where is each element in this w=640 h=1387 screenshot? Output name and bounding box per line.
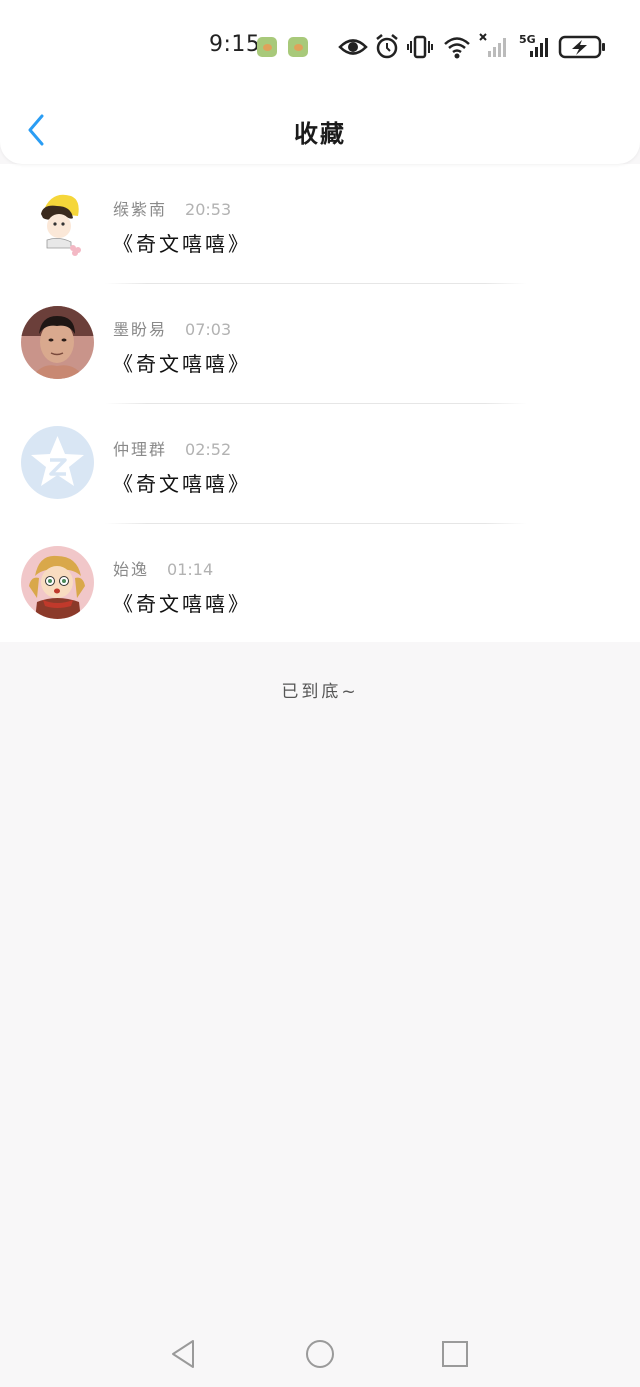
- system-nav-bar: [0, 1318, 640, 1387]
- item-meta: 墨盼易 07:03: [113, 316, 231, 340]
- list-item[interactable]: 墨盼易 07:03 《奇文嘻嘻》: [0, 284, 640, 404]
- item-meta: 缑紫南 20:53: [113, 196, 231, 220]
- home-circle-icon: [306, 1340, 334, 1368]
- 5g-signal-icon: 5G: [519, 33, 548, 57]
- notification-app-icon: [257, 37, 277, 57]
- eye-icon: [338, 39, 368, 55]
- no-signal-icon: [479, 33, 506, 57]
- nav-bar: 收藏: [0, 100, 640, 160]
- system-home-button[interactable]: [302, 1336, 338, 1372]
- item-author: 始逸: [113, 560, 150, 579]
- qzone-star-icon: [21, 426, 94, 499]
- list-item[interactable]: 仲理群 02:52 《奇文嘻嘻》: [0, 404, 640, 524]
- avatar[interactable]: [21, 306, 94, 379]
- item-time: 01:14: [167, 560, 214, 579]
- anime-boy-avatar: [21, 186, 94, 259]
- item-title: 《奇文嘻嘻》: [113, 232, 251, 256]
- item-meta: 仲理群 02:52: [113, 436, 231, 460]
- avatar[interactable]: [21, 426, 94, 499]
- status-time: 9:15: [209, 32, 261, 57]
- notification-app-icon: [288, 37, 308, 57]
- item-author: 墨盼易: [113, 320, 168, 339]
- status-bar: 9:15 5G: [0, 30, 640, 64]
- avatar[interactable]: [21, 186, 94, 259]
- vibrate-icon: [407, 35, 433, 59]
- item-time: 07:03: [185, 320, 232, 339]
- item-author: 缑紫南: [113, 200, 168, 219]
- avatar[interactable]: [21, 546, 94, 619]
- item-title: 《奇文嘻嘻》: [113, 592, 251, 616]
- app-header: 9:15 5G 收藏: [0, 0, 640, 164]
- system-recents-button[interactable]: [437, 1336, 473, 1372]
- item-time: 02:52: [185, 440, 232, 459]
- system-back-button[interactable]: [165, 1336, 201, 1372]
- item-title: 《奇文嘻嘻》: [113, 352, 251, 376]
- cartoon-girl-avatar: [21, 546, 94, 619]
- alarm-icon: [376, 34, 398, 59]
- wifi-icon: [444, 37, 470, 59]
- end-of-list-text: 已到底~: [281, 682, 359, 702]
- item-title: 《奇文嘻嘻》: [113, 472, 251, 496]
- network-label: 5G: [519, 33, 536, 46]
- item-time: 20:53: [185, 200, 232, 219]
- list-item[interactable]: 始逸 01:14 《奇文嘻嘻》: [0, 524, 640, 644]
- battery-charging-icon: [558, 35, 605, 59]
- list-item[interactable]: 缑紫南 20:53 《奇文嘻嘻》: [0, 164, 640, 284]
- man-photo-avatar: [21, 306, 94, 379]
- favorites-list: 缑紫南 20:53 《奇文嘻嘻》 墨盼易 07:03 《奇文嘻嘻》 仲理群 02…: [0, 164, 640, 642]
- item-meta: 始逸 01:14: [113, 556, 213, 580]
- recents-square-icon: [442, 1341, 468, 1367]
- page-title: 收藏: [294, 120, 346, 148]
- item-author: 仲理群: [113, 440, 168, 459]
- back-triangle-icon: [172, 1340, 194, 1368]
